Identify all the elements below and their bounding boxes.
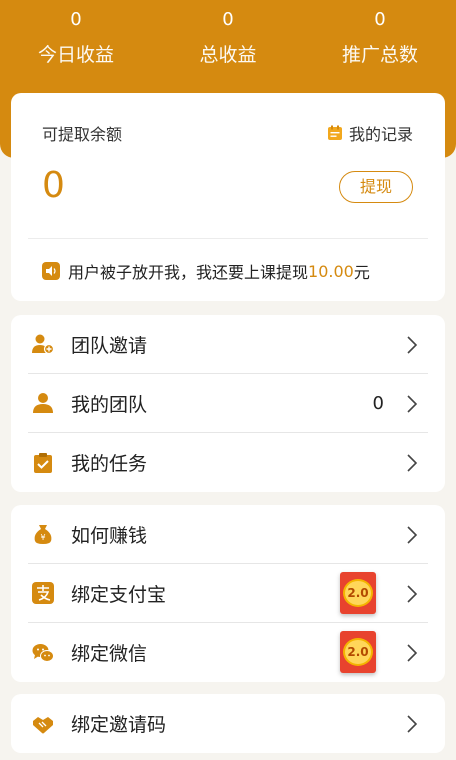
speaker-icon bbox=[42, 262, 60, 280]
menu-item-bind-alipay[interactable]: 绑定支付宝 2.0 bbox=[28, 564, 428, 623]
menu-label: 绑定邀请码 bbox=[71, 714, 167, 736]
chevron-right-icon bbox=[407, 585, 418, 603]
stat-label: 总收益 bbox=[199, 44, 257, 66]
menu-item-bind-wechat[interactable]: 绑定微信 2.0 bbox=[28, 623, 428, 682]
stat-value: 0 bbox=[70, 9, 82, 30]
withdraw-notice: 用户被子放开我，我还要上课提现 10.00 元 bbox=[42, 259, 370, 283]
menu-label: 如何赚钱 bbox=[71, 524, 148, 547]
svg-text:¥: ¥ bbox=[40, 533, 45, 542]
stat-label: 今日收益 bbox=[37, 44, 114, 66]
alipay-icon bbox=[32, 582, 54, 604]
notice-text: 用户被子放开我，我还要上课提现 bbox=[68, 263, 309, 282]
menu-group-team: 团队邀请 我的团队 0 我的任务 bbox=[11, 315, 445, 492]
chevron-right-icon bbox=[407, 526, 418, 544]
menu-item-team-invite[interactable]: 团队邀请 bbox=[28, 315, 428, 374]
red-packet-badge: 2.0 bbox=[340, 631, 376, 673]
user-icon bbox=[33, 393, 53, 413]
menu-item-how-to-earn[interactable]: ¥ 如何赚钱 bbox=[28, 505, 428, 564]
menu-label: 团队邀请 bbox=[71, 334, 148, 357]
menu-group-earnings: ¥ 如何赚钱 绑定支付宝 2.0 绑定微信 2.0 bbox=[11, 505, 445, 682]
badge-text: 2.0 bbox=[343, 638, 373, 666]
menu-label: 绑定微信 bbox=[71, 643, 148, 665]
team-count: 0 bbox=[372, 392, 384, 414]
red-packet-badge: 2.0 bbox=[340, 572, 376, 614]
chevron-right-icon bbox=[407, 644, 418, 662]
divider bbox=[28, 238, 428, 239]
menu-group-invite-code: 绑定邀请码 bbox=[11, 694, 445, 753]
menu-label: 我的团队 bbox=[71, 393, 148, 416]
chevron-right-icon bbox=[407, 454, 418, 472]
notice-unit: 元 bbox=[353, 263, 370, 282]
withdraw-button[interactable]: 提现 bbox=[339, 171, 413, 203]
stat-total-referrals[interactable]: 0 推广总数 bbox=[304, 8, 456, 70]
handshake-icon bbox=[33, 716, 53, 733]
menu-item-my-tasks[interactable]: 我的任务 bbox=[28, 433, 428, 492]
balance-title: 可提取余额 bbox=[42, 125, 123, 144]
menu-label: 我的任务 bbox=[71, 453, 148, 475]
balance-amount: 0 bbox=[42, 165, 65, 206]
balance-card: 可提取余额 我的记录 0 提现 用户被子放开我，我还要上课提现 10.00 元 bbox=[11, 93, 445, 301]
team-invite-icon bbox=[32, 334, 54, 355]
stat-label: 推广总数 bbox=[341, 44, 418, 66]
badge-text: 2.0 bbox=[343, 579, 373, 607]
chevron-right-icon bbox=[407, 395, 418, 413]
my-records-link[interactable]: 我的记录 bbox=[327, 121, 413, 145]
wechat-icon bbox=[32, 643, 54, 662]
task-icon bbox=[34, 452, 52, 473]
chevron-right-icon bbox=[407, 715, 418, 733]
stat-total-earnings[interactable]: 0 总收益 bbox=[152, 8, 304, 70]
stat-today-earnings[interactable]: 0 今日收益 bbox=[0, 8, 152, 70]
stats-row: 0 今日收益 0 总收益 0 推广总数 bbox=[0, 0, 456, 70]
money-bag-icon: ¥ bbox=[34, 525, 52, 544]
records-label: 我的记录 bbox=[348, 125, 413, 144]
chevron-right-icon bbox=[407, 336, 418, 354]
records-icon bbox=[327, 125, 342, 140]
stat-value: 0 bbox=[222, 9, 234, 30]
menu-item-bind-invite-code[interactable]: 绑定邀请码 bbox=[28, 694, 428, 753]
menu-item-my-team[interactable]: 我的团队 0 bbox=[28, 374, 428, 433]
menu-label: 绑定支付宝 bbox=[71, 583, 167, 606]
stat-value: 0 bbox=[374, 9, 386, 30]
notice-amount: 10.00 bbox=[308, 261, 354, 281]
